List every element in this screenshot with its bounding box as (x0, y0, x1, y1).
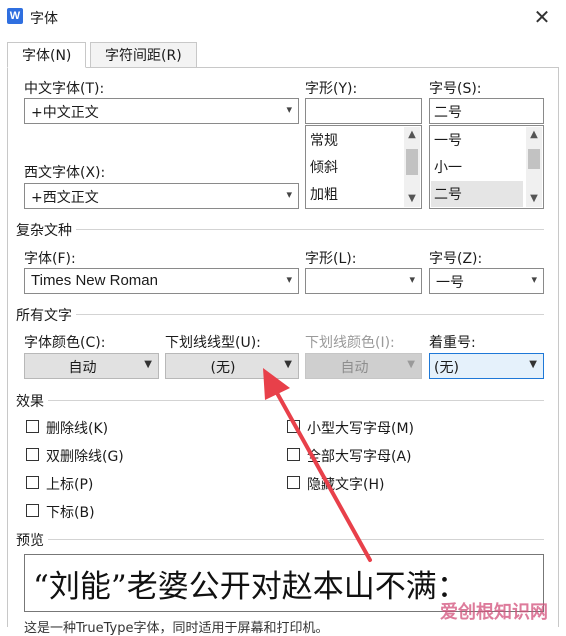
annotation-arrow (263, 368, 372, 562)
tab-font[interactable]: 字体(N) (7, 42, 87, 68)
tab-font-label: 字体(N) (22, 48, 72, 64)
watermark: 爱创根知识网 (440, 602, 548, 623)
arrow-shaft (270, 382, 372, 562)
